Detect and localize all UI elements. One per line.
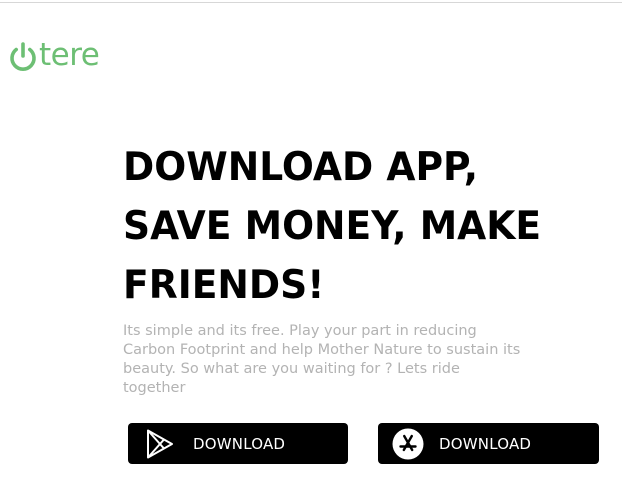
- headline-line-2: SAVE MONEY, MAKE: [123, 204, 542, 249]
- hero-headline: DOWNLOAD APP, SAVE MONEY, MAKE FRIENDS!: [123, 138, 577, 315]
- app-store-download-button[interactable]: DOWNLOAD: [378, 423, 599, 464]
- google-play-download-button[interactable]: DOWNLOAD: [128, 423, 348, 464]
- brand-name: tere: [39, 37, 100, 73]
- app-store-download-label: DOWNLOAD: [439, 434, 532, 453]
- hero-description: Its simple and its free. Play your part …: [123, 323, 521, 396]
- landing-page: tere DOWNLOAD APP, SAVE MONEY, MAKE FRIE…: [0, 0, 622, 495]
- headline-line-3: FRIENDS!: [123, 263, 325, 308]
- google-play-icon: [147, 429, 173, 458]
- headline-line-1: DOWNLOAD APP,: [123, 145, 479, 190]
- top-divider: [0, 2, 622, 3]
- google-play-download-label: DOWNLOAD: [193, 434, 286, 453]
- brand-logo[interactable]: tere: [8, 37, 100, 73]
- power-icon: [10, 42, 36, 71]
- app-store-icon: [392, 428, 424, 459]
